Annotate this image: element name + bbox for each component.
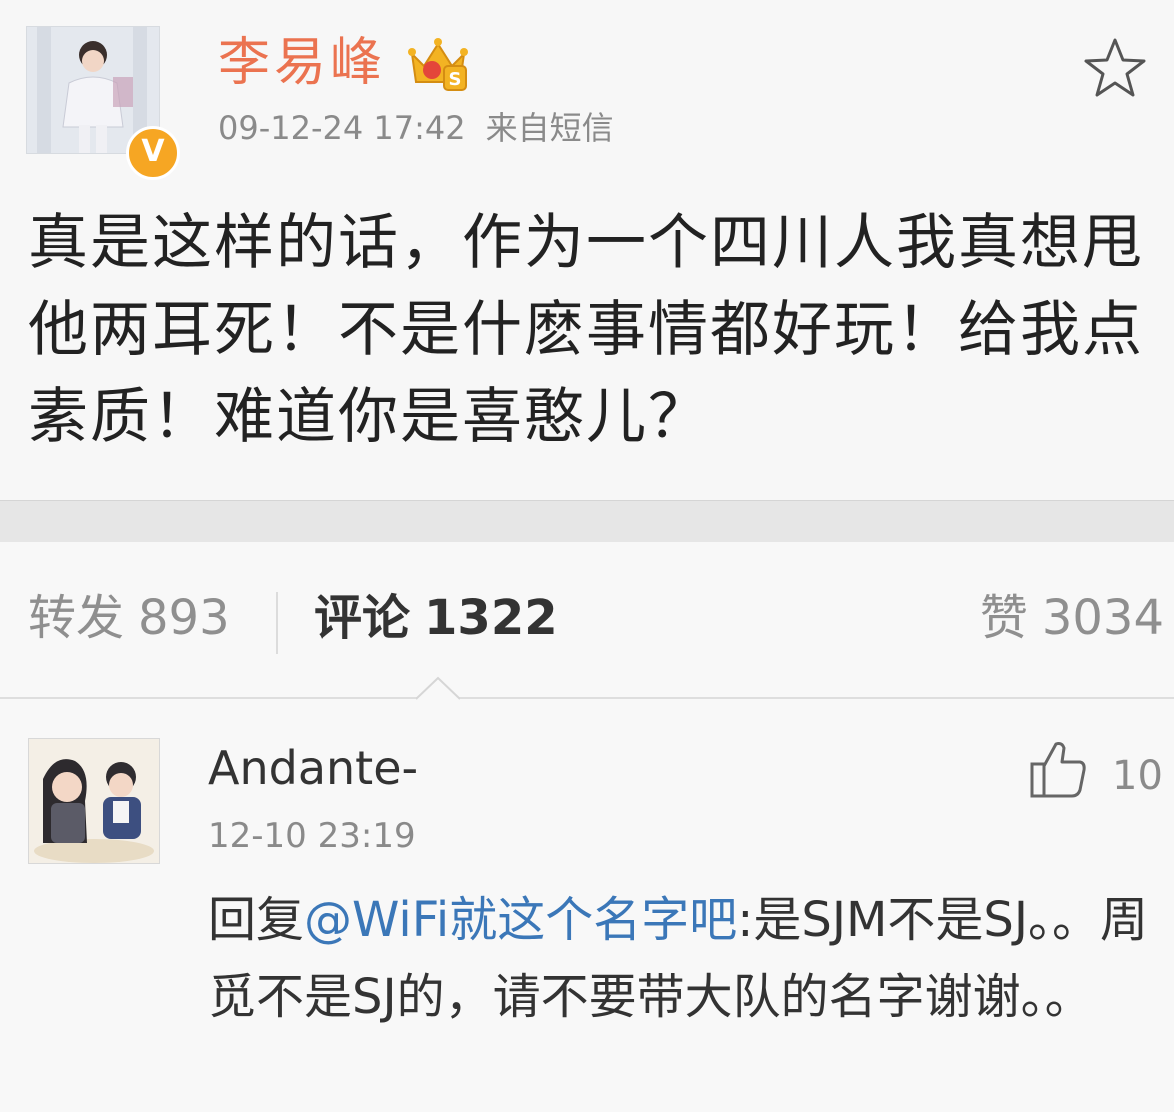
- post-timestamp: 09-12-24 17:42: [218, 109, 466, 147]
- active-tab-caret-icon: [416, 676, 460, 700]
- comment-text: 回复@WiFi就这个名字吧:是SJM不是SJ。。周觅不是SJ的，请不要带大队的名…: [208, 882, 1158, 1036]
- comment-tab[interactable]: 评论 1322: [314, 588, 558, 648]
- stats-bottom-border: [0, 697, 1174, 699]
- verified-icon: V: [126, 126, 180, 180]
- thumbs-up-icon[interactable]: [1028, 738, 1088, 800]
- comment-timestamp: 12-10 23:19: [208, 816, 416, 856]
- svg-text:S: S: [449, 69, 462, 90]
- star-icon[interactable]: [1082, 36, 1148, 100]
- mention-link[interactable]: @WiFi就这个名字吧: [304, 892, 737, 948]
- post-meta: 09-12-24 17:42 来自短信: [218, 105, 614, 151]
- author-name[interactable]: 李易峰: [218, 28, 386, 98]
- like-count: 3034: [1041, 590, 1164, 646]
- commenter-avatar[interactable]: [28, 738, 160, 864]
- repost-tab[interactable]: 转发 893: [28, 588, 230, 648]
- comment-like-count: 10: [1112, 753, 1163, 799]
- commenter-name[interactable]: Andante-: [208, 738, 418, 798]
- post-card: V 李易峰 S 09-12-24 17:42 来自短信 真是这样的话，作为一个四川…: [0, 0, 1174, 500]
- reply-prefix: 回复: [208, 892, 305, 948]
- repost-label: 转发: [28, 590, 125, 646]
- comment-count: 1322: [424, 590, 558, 646]
- crown-icon[interactable]: S: [406, 36, 470, 94]
- post-text: 真是这样的话，作为一个四川人我真想甩他两耳死！不是什麽事情都好玩！给我点素质！难…: [28, 208, 1144, 452]
- stats-separator: [276, 592, 278, 654]
- post-source[interactable]: 来自短信: [486, 109, 614, 147]
- stats-bar: 转发 893 评论 1322 赞 3034: [0, 542, 1174, 698]
- section-divider: [0, 500, 1174, 543]
- repost-count: 893: [138, 590, 230, 646]
- like-label: 赞: [979, 590, 1028, 646]
- like-tab[interactable]: 赞 3034: [980, 588, 1164, 648]
- comment-label: 评论: [314, 590, 411, 646]
